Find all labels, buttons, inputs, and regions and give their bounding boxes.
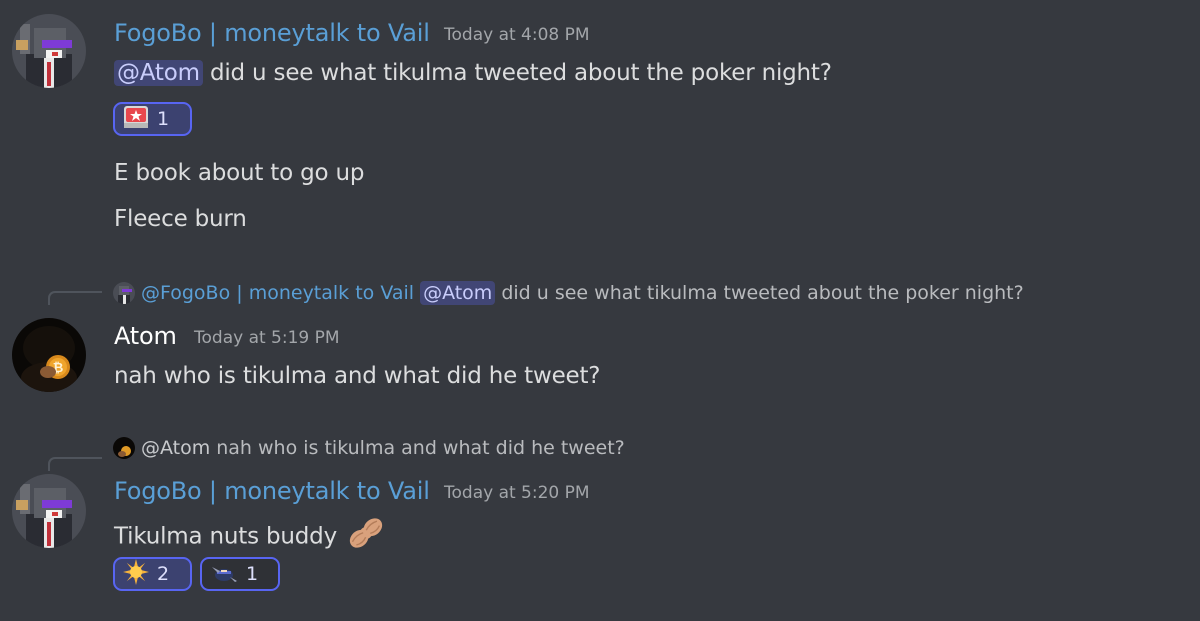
atom-avatar[interactable]: ₿ [12,318,86,392]
reaction-sun[interactable]: 2 [113,557,192,591]
reaction-ninja[interactable]: 1 [200,557,280,591]
message-username[interactable]: FogoBo | moneytalk to Vail [114,18,430,48]
ninja-icon [210,561,238,588]
reply-connector [48,457,102,471]
user-mention[interactable]: @Atom [114,60,203,86]
message-text: @Atom did u see what tikulma tweeted abo… [114,58,832,88]
sun-icon [123,558,149,590]
user-mention[interactable]: @Atom [420,281,496,305]
message-timestamp: Today at 5:19 PM [194,328,340,348]
atom-mini-avatar [113,437,135,459]
chat-messages: FogoBo | moneytalk to Vail Today at 4:08… [0,0,1200,621]
reply-text: did u see what tikulma tweeted about the… [501,282,1024,304]
fogobo-mini-avatar [113,282,135,304]
message-body: Tikulma nuts buddy [114,523,337,550]
message-timestamp: Today at 4:08 PM [444,25,590,45]
message-text: Tikulma nuts buddy [114,515,386,559]
reaction-rotating-light[interactable]: 1 [113,102,192,136]
message-timestamp: Today at 5:20 PM [444,483,590,503]
reply-author[interactable]: @FogoBo | moneytalk to Vail [141,281,414,305]
reaction-count: 1 [157,108,170,130]
reaction-count: 2 [157,563,170,585]
fogobo-avatar[interactable] [12,474,86,548]
message-text: E book about to go up [114,160,365,186]
message-username[interactable]: FogoBo | moneytalk to Vail [114,476,430,506]
reply-connector [48,291,102,305]
rotating-light-icon [123,105,149,134]
message-body: did u see what tikulma tweeted about the… [209,60,832,86]
reply-author[interactable]: @Atom [141,436,210,460]
message-username[interactable]: Atom [114,321,177,351]
reply-preview[interactable]: @Atom nah who is tikulma and what did he… [113,436,625,460]
message-text: Fleece burn [114,206,247,232]
reaction-count: 1 [246,563,259,585]
fogobo-avatar[interactable] [12,14,86,88]
reply-preview[interactable]: @FogoBo | moneytalk to Vail @Atom did u … [113,281,1024,305]
reply-text: nah who is tikulma and what did he tweet… [216,437,625,459]
peanut-icon [346,515,386,559]
message-text: nah who is tikulma and what did he tweet… [114,363,601,389]
